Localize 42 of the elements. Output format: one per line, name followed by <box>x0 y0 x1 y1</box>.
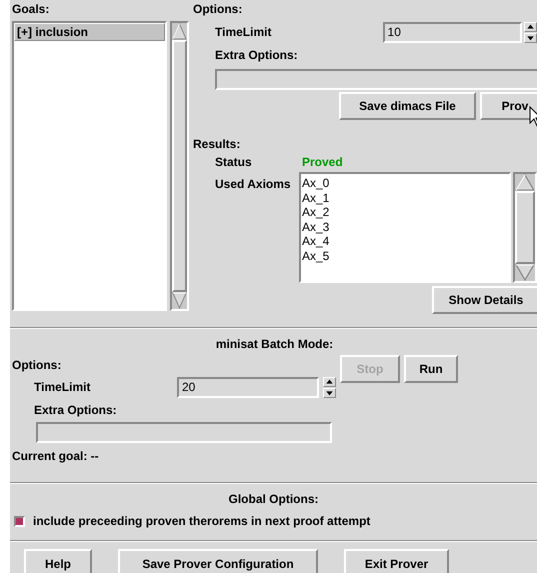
input-field[interactable]: 10 <box>382 22 522 42</box>
scroll-down-icon[interactable] <box>172 292 187 309</box>
extra-options-label: Extra Options: <box>214 48 298 63</box>
goals-label: Goals: <box>12 2 50 17</box>
axiom-item[interactable]: Ax_2 <box>301 205 509 220</box>
save-dimacs-button[interactable]: Save dimacs File <box>339 92 476 120</box>
batch-mode-title: minisat Batch Mode: <box>216 337 334 352</box>
options-label: Options: <box>12 358 62 373</box>
help-button[interactable]: Help <box>24 549 92 573</box>
checkbox-label: include preceeding proven therorems in next proof attempt <box>33 514 370 529</box>
input-field[interactable]: 20 <box>177 377 319 398</box>
options-label: Options: <box>193 2 242 17</box>
current-goal-label: Current goal: -- <box>12 449 99 464</box>
scroll-up-icon[interactable] <box>172 23 187 40</box>
axiom-item[interactable]: Ax_1 <box>301 190 509 205</box>
exit-prover-button[interactable]: Exit Prover <box>344 549 449 573</box>
scroll-up-icon[interactable] <box>515 174 535 191</box>
status-label: Status <box>214 155 253 170</box>
prove-button[interactable]: Prov <box>480 92 537 120</box>
spin-up-icon[interactable] <box>323 377 336 387</box>
save-configuration-button[interactable]: Save Prover Configuration <box>118 549 318 573</box>
used-axioms-label: Used Axioms <box>214 177 292 192</box>
run-button[interactable]: Run <box>404 355 458 383</box>
show-details-button[interactable]: Show Details <box>432 286 537 314</box>
checkbox[interactable] <box>14 516 25 527</box>
time-limit-label: TimeLimit <box>33 380 92 395</box>
extra-options-label: Extra Options: <box>33 403 117 418</box>
goal-item[interactable]: [+] inclusion <box>14 23 165 41</box>
spin-down-icon[interactable] <box>323 388 336 398</box>
axiom-item[interactable]: Ax_0 <box>301 176 509 190</box>
status-value: Proved <box>302 155 343 170</box>
global-options-title: Global Options: <box>228 492 318 507</box>
time-limit-label: TimeLimit <box>214 24 272 40</box>
axiom-item[interactable]: Ax_3 <box>301 220 509 234</box>
spin-down-icon[interactable] <box>524 32 537 42</box>
results-label: Results: <box>193 137 240 152</box>
input-field[interactable] <box>215 69 537 90</box>
axiom-item[interactable]: Ax_5 <box>301 248 509 263</box>
spin-up-icon[interactable] <box>524 22 537 32</box>
input-field[interactable] <box>36 422 332 443</box>
scroll-down-icon[interactable] <box>515 264 535 281</box>
axiom-item[interactable]: Ax_4 <box>301 234 509 248</box>
